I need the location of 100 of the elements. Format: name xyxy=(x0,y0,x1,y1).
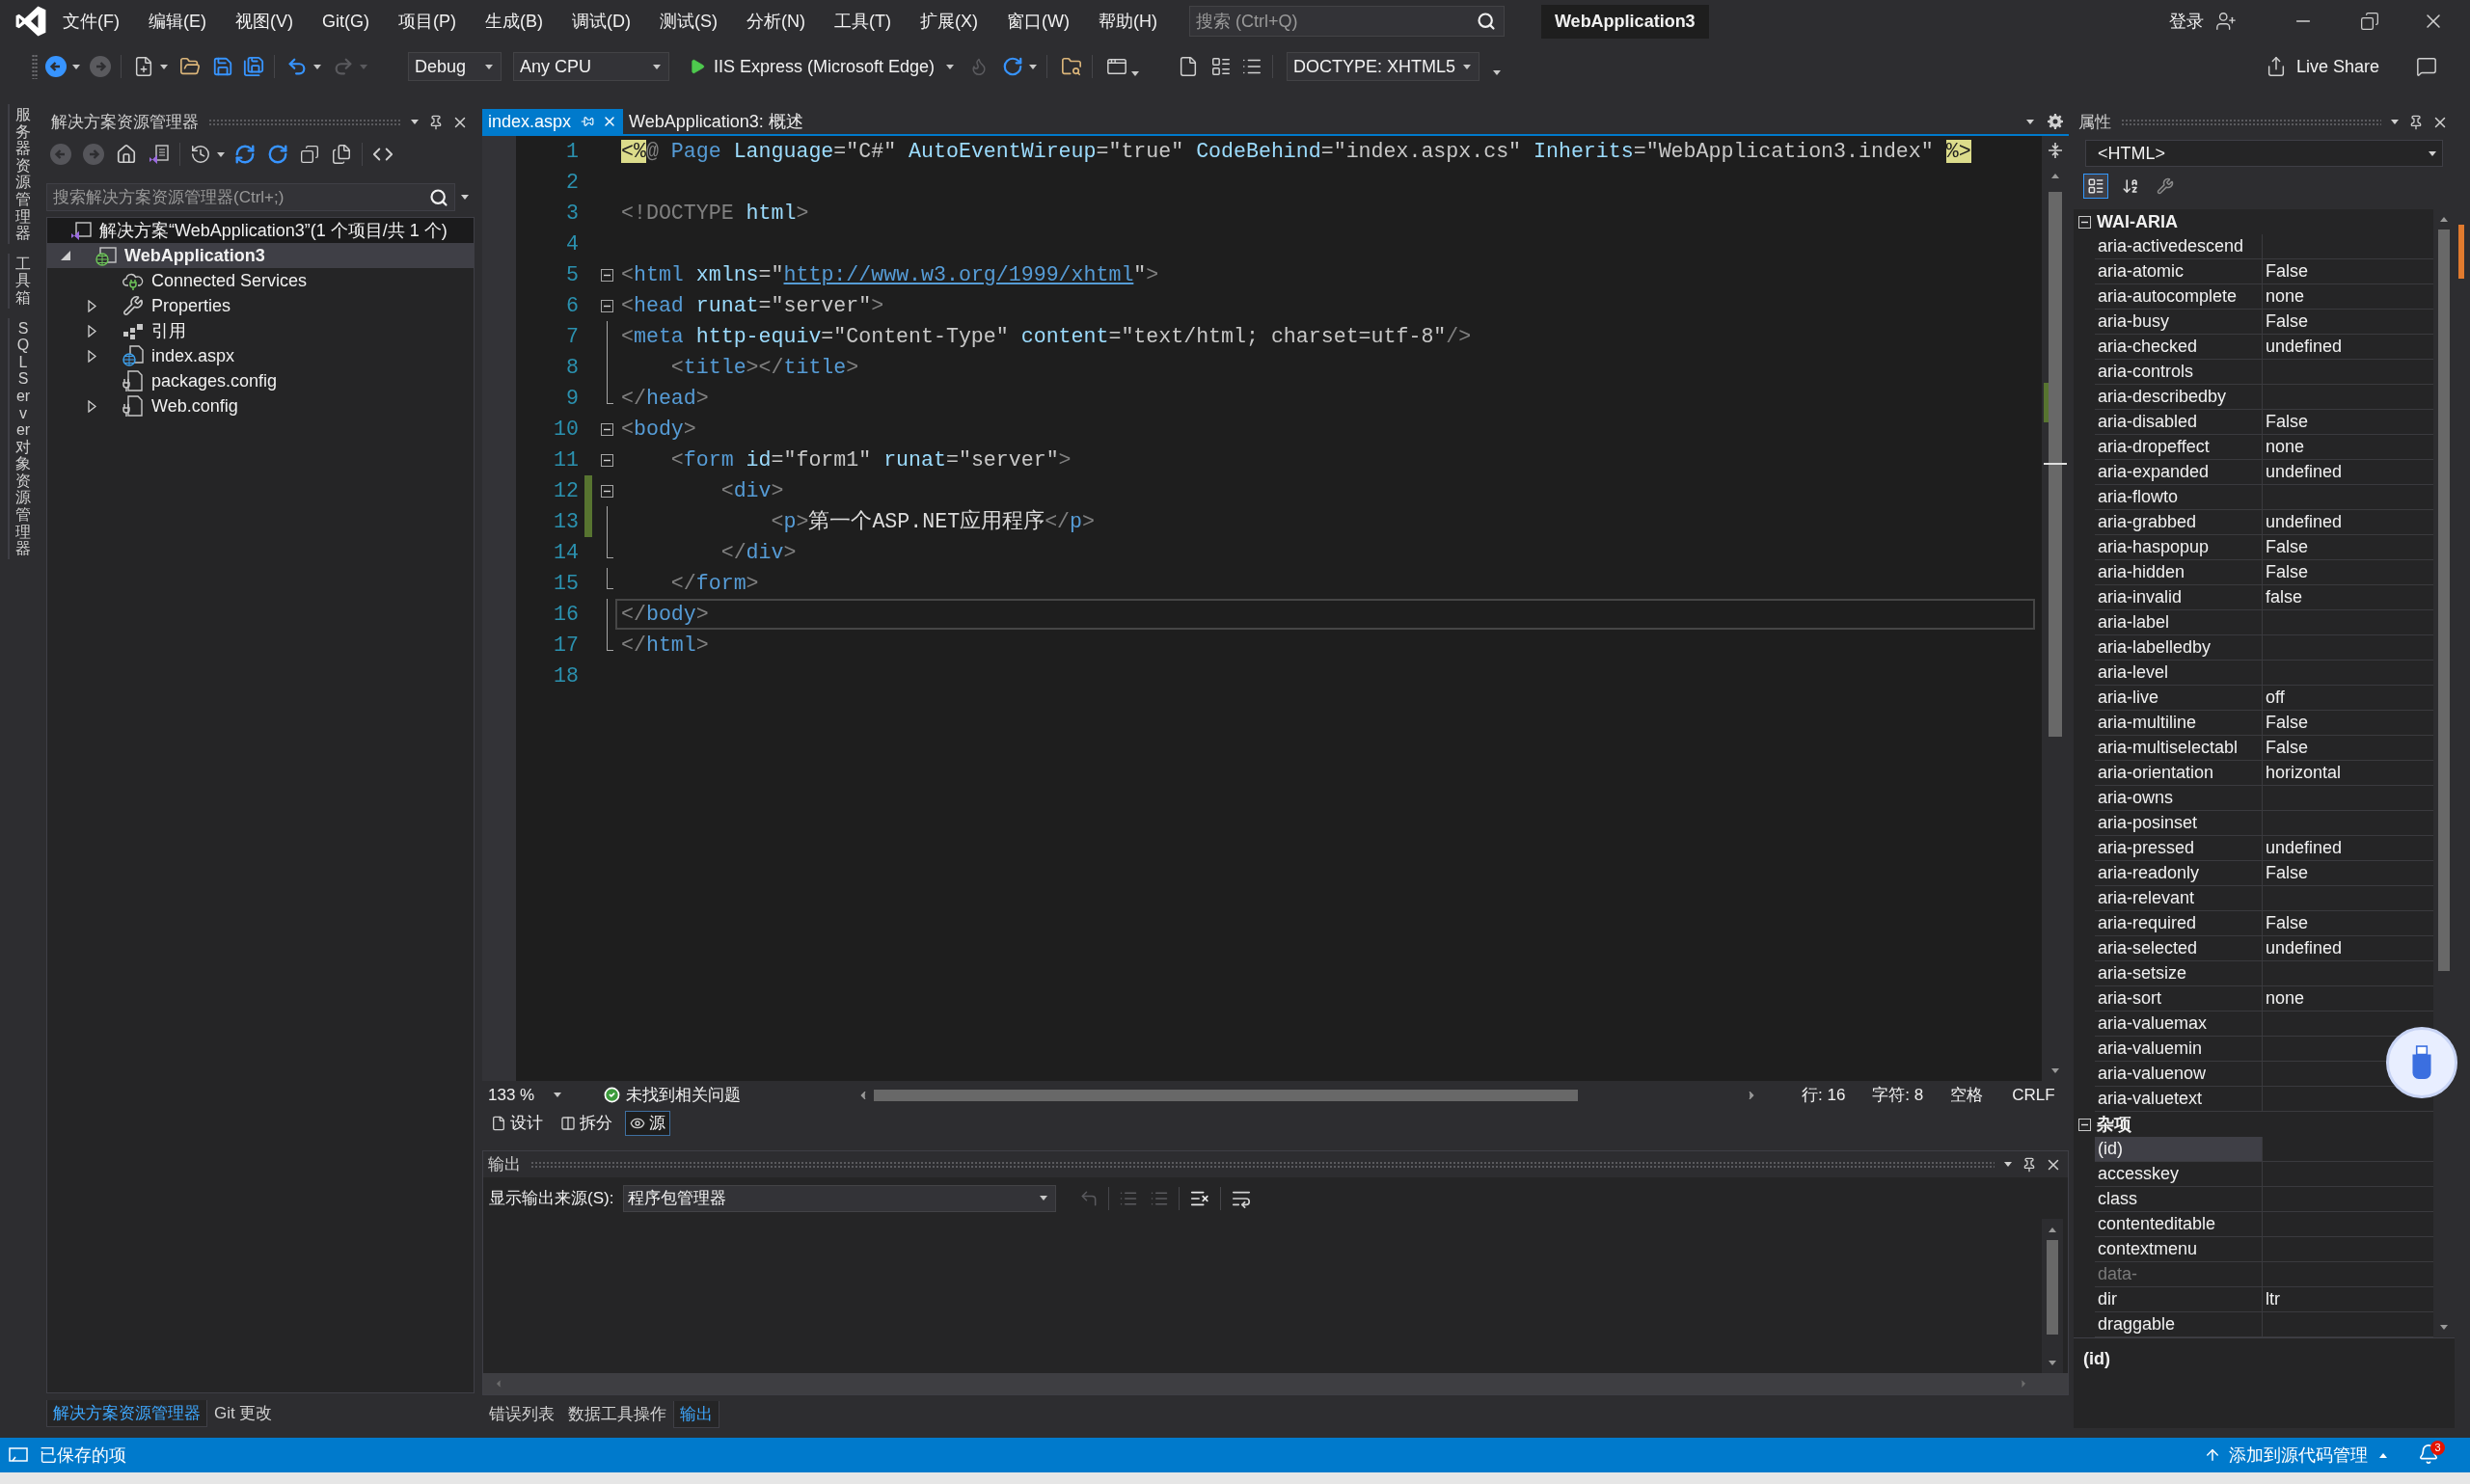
menu-item[interactable]: 调试(D) xyxy=(557,8,645,35)
property-name[interactable]: aria-atomic xyxy=(2095,259,2262,284)
line-indicator[interactable]: 行: 16 xyxy=(1802,1082,1846,1108)
collapsed-arrow-icon[interactable] xyxy=(88,299,96,312)
output-source-dropdown[interactable]: 程序包管理器 xyxy=(623,1184,1057,1212)
new-file-icon[interactable] xyxy=(133,56,154,77)
property-name[interactable]: aria-level xyxy=(2095,661,2262,686)
property-name[interactable]: aria-valuemin xyxy=(2095,1037,2262,1062)
scroll-down-icon[interactable] xyxy=(2049,1360,2056,1365)
property-name[interactable]: aria-multiline xyxy=(2095,711,2262,736)
solution-switch-icon[interactable] xyxy=(149,144,170,165)
side-tab[interactable]: 工具箱 xyxy=(8,253,37,309)
save-all-icon[interactable] xyxy=(243,56,264,77)
issues-status[interactable]: 未找到相关问题 xyxy=(626,1082,741,1108)
collapse-icon[interactable] xyxy=(600,422,613,436)
line-ending-indicator[interactable]: CRLF xyxy=(2012,1082,2055,1108)
caret-icon[interactable] xyxy=(1040,1196,1048,1201)
property-name[interactable]: aria-grabbed xyxy=(2095,510,2262,535)
indent-indicator[interactable]: 空格 xyxy=(1950,1082,1984,1108)
tree-item[interactable]: 引用 xyxy=(47,318,474,343)
tree-item[interactable]: packages.config xyxy=(47,368,474,393)
sign-in-link[interactable]: 登录 xyxy=(2169,8,2204,35)
scroll-up-icon[interactable] xyxy=(2440,216,2448,222)
property-name[interactable]: aria-orientation xyxy=(2095,761,2262,786)
files-icon[interactable] xyxy=(331,144,352,165)
property-name[interactable]: aria-setsize xyxy=(2095,961,2262,986)
menu-item[interactable]: 分析(N) xyxy=(732,8,820,35)
caret-icon[interactable] xyxy=(1463,64,1472,69)
restore-icon[interactable] xyxy=(2360,12,2379,31)
property-name[interactable]: aria-multiselectabl xyxy=(2095,736,2262,761)
property-name[interactable]: aria-flowto xyxy=(2095,485,2262,510)
search-field[interactable]: 搜索解决方案资源管理器(Ctrl+;) xyxy=(46,183,455,211)
back-icon[interactable] xyxy=(45,56,67,77)
panel-tab[interactable]: 输出 xyxy=(673,1401,719,1428)
category-header[interactable]: WAI-ARIA xyxy=(2097,208,2178,235)
caret-icon[interactable] xyxy=(1029,64,1038,69)
side-tab[interactable]: SQL Server 对象资源管理器 xyxy=(8,317,37,559)
tree-item[interactable]: WebApplication3 xyxy=(47,243,474,268)
run-button[interactable]: IIS Express (Microsoft Edge) xyxy=(687,52,937,81)
property-name[interactable]: aria-sort xyxy=(2095,986,2262,1012)
user-add-icon[interactable] xyxy=(2215,11,2237,32)
platform-dropdown[interactable]: Any CPU xyxy=(513,52,669,81)
caret-up-icon[interactable] xyxy=(2379,1452,2387,1458)
caret-icon[interactable] xyxy=(217,151,225,157)
caret-icon[interactable] xyxy=(554,1093,561,1097)
menu-item[interactable]: 生成(B) xyxy=(471,8,557,35)
configuration-dropdown[interactable]: Debug xyxy=(408,52,502,81)
pin-icon[interactable] xyxy=(428,114,444,130)
menu-item[interactable]: 测试(S) xyxy=(645,8,732,35)
view-tab[interactable]: 源 xyxy=(625,1111,670,1136)
category-header[interactable]: 杂项 xyxy=(2097,1111,2131,1138)
toolbar-grip[interactable] xyxy=(32,54,38,79)
collapse-icon[interactable] xyxy=(600,268,613,282)
property-name[interactable]: aria-activedescend xyxy=(2095,234,2262,259)
scroll-down-icon[interactable] xyxy=(2051,1067,2059,1073)
caret-icon[interactable] xyxy=(1131,70,1140,76)
menu-item[interactable]: 扩展(X) xyxy=(905,8,992,35)
zoom-dropdown[interactable]: 133 % xyxy=(482,1083,569,1107)
caret-icon[interactable] xyxy=(653,64,661,69)
menu-item[interactable]: 编辑(E) xyxy=(134,8,221,35)
play-icon[interactable] xyxy=(689,58,706,75)
notification-bell-icon[interactable] xyxy=(2418,1444,2439,1465)
scrollbar-thumb[interactable] xyxy=(2049,192,2062,737)
scrollbar-thumb[interactable] xyxy=(2438,229,2450,971)
search-icon[interactable] xyxy=(429,187,448,207)
property-name[interactable]: aria-invalid xyxy=(2095,585,2262,610)
property-name[interactable]: contenteditable xyxy=(2095,1212,2262,1237)
pin-icon[interactable] xyxy=(2022,1156,2037,1173)
panel-tab[interactable]: 解决方案资源管理器 xyxy=(46,1400,207,1427)
caret-icon[interactable] xyxy=(485,64,493,69)
caret-icon[interactable] xyxy=(946,64,955,69)
property-name[interactable]: aria-readonly xyxy=(2095,861,2262,886)
categorized-view-button[interactable] xyxy=(2083,174,2108,199)
tree-item[interactable]: Connected Services xyxy=(47,268,474,293)
property-name[interactable]: contextmenu xyxy=(2095,1237,2262,1262)
tree-item[interactable]: 解决方案“WebApplication3”(1 个项目/共 1 个) xyxy=(47,218,474,243)
property-name[interactable]: aria-relevant xyxy=(2095,886,2262,911)
panel-tab[interactable]: 数据工具操作 xyxy=(561,1401,673,1428)
search-field[interactable]: 搜索 (Ctrl+Q) xyxy=(1188,6,1505,37)
property-name[interactable]: (id) xyxy=(2095,1137,2262,1162)
collapse-icon[interactable] xyxy=(600,453,613,467)
split-window-icon[interactable] xyxy=(2049,143,2062,158)
property-name[interactable]: aria-hidden xyxy=(2095,560,2262,585)
list-layout-icon[interactable] xyxy=(1210,56,1233,77)
overlapping-squares-icon[interactable] xyxy=(300,145,319,164)
menu-item[interactable]: Git(G) xyxy=(308,8,384,35)
property-name[interactable]: accesskey xyxy=(2095,1162,2262,1187)
collapse-icon[interactable] xyxy=(600,484,613,498)
home-icon[interactable] xyxy=(116,144,137,165)
property-name[interactable]: aria-valuenow xyxy=(2095,1062,2262,1087)
menu-item[interactable]: 视图(V) xyxy=(221,8,308,35)
property-name[interactable]: aria-expanded xyxy=(2095,460,2262,485)
view-tab[interactable]: 拆分 xyxy=(556,1111,617,1136)
property-name[interactable]: aria-required xyxy=(2095,911,2262,936)
property-name[interactable]: aria-valuetext xyxy=(2095,1087,2262,1112)
scroll-up-icon[interactable] xyxy=(2049,1227,2056,1232)
panel-menu-caret-icon[interactable] xyxy=(411,120,419,124)
caret-icon[interactable] xyxy=(2429,150,2436,156)
property-name[interactable]: aria-disabled xyxy=(2095,410,2262,435)
refresh-icon[interactable] xyxy=(267,144,288,165)
